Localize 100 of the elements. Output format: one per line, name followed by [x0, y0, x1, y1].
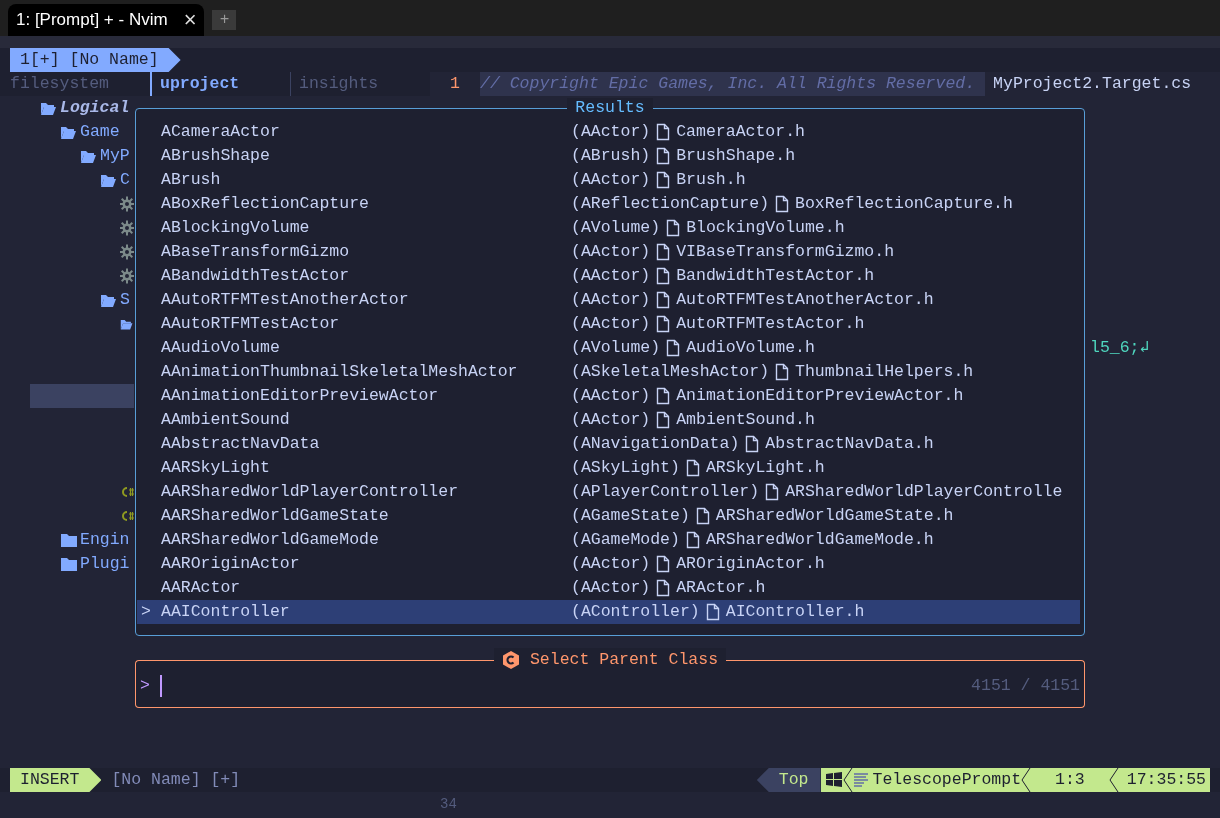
- class-name: AAnimationThumbnailSkeletalMeshActor: [161, 361, 519, 383]
- parent-class: (AReflectionCapture): [571, 193, 770, 215]
- file-icon: [656, 147, 671, 165]
- header-file: BrushShape.h: [676, 145, 796, 167]
- tree-item-label[interactable]: Plugi: [80, 552, 130, 576]
- result-row[interactable]: AARSharedWorldGameMode (AGameMode) ARSharedWorldGameMode.h: [137, 528, 1080, 552]
- chevron-separator-icon: [842, 768, 853, 792]
- parent-class: (ABrush): [571, 145, 651, 167]
- selected-row-highlight[interactable]: [30, 384, 134, 408]
- file-name: [No Name] [+]: [111, 769, 241, 791]
- line-number: 1: [449, 73, 461, 95]
- parent-class: (AActor): [571, 577, 651, 599]
- class-name: AAIController: [161, 601, 291, 623]
- result-row[interactable]: AARSharedWorldPlayerController (APlayerController) ARSharedWorldPlayerControlle: [137, 480, 1080, 504]
- class-name: AAROriginActor: [161, 553, 301, 575]
- window-tab[interactable]: 1: [Prompt] + - Nvim ×: [8, 4, 205, 36]
- class-name: ABoxReflectionCapture: [161, 193, 370, 215]
- file-icon: [695, 507, 710, 525]
- header-file: ThumbnailHelpers.h: [795, 361, 974, 383]
- result-row[interactable]: ABlockingVolume (AVolume) BlockingVolume.h: [137, 216, 1080, 240]
- file-icon: [765, 483, 780, 501]
- result-row[interactable]: AARSkyLight (ASkyLight) ARSkyLight.h: [137, 456, 1080, 480]
- header-file: AnimationEditorPreviewActor.h: [676, 385, 964, 407]
- header-file: BlockingVolume.h: [686, 217, 845, 239]
- parent-class: (ASkeletalMeshActor): [571, 361, 770, 383]
- tree-item-label[interactable]: Engin: [80, 528, 130, 552]
- parent-class: (AVolume): [571, 217, 661, 239]
- header-file: Brush.h: [676, 169, 746, 191]
- file-icon: [775, 363, 790, 381]
- close-button[interactable]: ×: [183, 9, 197, 31]
- header-file: BoxReflectionCapture.h: [795, 193, 1013, 215]
- parent-class: (AController): [571, 601, 700, 623]
- class-name: ACameraActor: [161, 121, 281, 143]
- result-row[interactable]: AAutoRTFMTestActor (AActor) AutoRTFMTestActor.h: [137, 312, 1080, 336]
- result-row[interactable]: > AAIController (AController) AIController.h: [137, 600, 1080, 624]
- result-row[interactable]: AAmbientSound (AActor) AmbientSound.h: [137, 408, 1080, 432]
- header-file: AmbientSound.h: [676, 409, 815, 431]
- file-icon: [775, 195, 790, 213]
- file-icon: [705, 603, 720, 621]
- file-icon: [656, 123, 671, 141]
- file-icon: [656, 267, 671, 285]
- buffer-tab[interactable]: 1[+] [No Name]: [10, 48, 181, 72]
- header-file: AIController.h: [725, 601, 865, 623]
- result-row[interactable]: ABoxReflectionCapture (AReflectionCapture) BoxReflectionCapture.h: [137, 192, 1080, 216]
- parent-class: (AActor): [571, 553, 651, 575]
- result-row[interactable]: AAnimationEditorPreviewActor (AActor) AnimationEditorPreviewActor.h: [137, 384, 1080, 408]
- mode-indicator: INSERT: [10, 768, 102, 792]
- parent-class: (APlayerController): [571, 481, 760, 503]
- result-row[interactable]: ABrush (AActor) Brush.h: [137, 168, 1080, 192]
- file-icon: [656, 411, 671, 429]
- class-name: AARSharedWorldPlayerController: [161, 481, 460, 503]
- tree-item-label[interactable]: Logical: [60, 96, 130, 120]
- cursor-position: 1:3: [1054, 769, 1086, 791]
- result-row[interactable]: ACameraActor (AActor) CameraActor.h: [137, 120, 1080, 144]
- lines-icon: [852, 771, 869, 789]
- new-tab-button[interactable]: +: [212, 10, 237, 30]
- file-icon: [685, 531, 700, 549]
- header-file: AudioVolume.h: [686, 337, 815, 359]
- result-row[interactable]: AARSharedWorldGameState (AGameState) ARSharedWorldGameState.h: [137, 504, 1080, 528]
- tree-item-label[interactable]: C: [120, 168, 130, 192]
- header-file: ARSkyLight.h: [705, 457, 825, 479]
- result-count: 4151 / 4151: [971, 674, 1080, 697]
- parent-class: (AActor): [571, 313, 651, 335]
- result-row[interactable]: ABrushShape (ABrush) BrushShape.h: [137, 144, 1080, 168]
- class-name: AAbstractNavData: [161, 433, 321, 455]
- parent-class: (AActor): [571, 409, 651, 431]
- file-icon: [666, 219, 681, 237]
- result-row[interactable]: AAutoRTFMTestAnotherActor (AActor) AutoRTFMTestAnotherActor.h: [137, 288, 1080, 312]
- header-file: ARSharedWorldGameMode.h: [705, 529, 934, 551]
- selection-marker: >: [141, 601, 152, 623]
- result-row[interactable]: ABaseTransformGizmo (AActor) VIBaseTransformGizmo.h: [137, 240, 1080, 264]
- tree-item-label[interactable]: S: [120, 288, 130, 312]
- result-row[interactable]: AARActor (AActor) ARActor.h: [137, 576, 1080, 600]
- prompt-symbol: >: [140, 674, 150, 697]
- explorer-tab[interactable]: uproject: [150, 72, 290, 96]
- class-name: ABaseTransformGizmo: [161, 241, 351, 263]
- header-file: ARSharedWorldGameState.h: [715, 505, 954, 527]
- class-name: AARActor: [161, 577, 242, 599]
- result-row[interactable]: ABandwidthTestActor (AActor) BandwidthTestActor.h: [137, 264, 1080, 288]
- tree-item-label[interactable]: MyP: [100, 144, 130, 168]
- parent-class: (ANavigationData): [571, 433, 740, 455]
- chevron-separator-icon: [1021, 768, 1032, 792]
- result-row[interactable]: AAudioVolume (AVolume) AudioVolume.h: [137, 336, 1080, 360]
- tree-item-label[interactable]: Game: [80, 120, 120, 144]
- header-file: AutoRTFMTestAnotherActor.h: [676, 289, 934, 311]
- result-row[interactable]: AAROriginActor (AActor) AROriginActor.h: [137, 552, 1080, 576]
- header-file: VIBaseTransformGizmo.h: [676, 241, 895, 263]
- chevron-separator-icon: [1108, 768, 1119, 792]
- parent-class: (ASkyLight): [571, 457, 680, 479]
- class-name: AAudioVolume: [161, 337, 281, 359]
- parent-class: (AActor): [571, 289, 651, 311]
- panel-title: Select Parent Class: [529, 649, 719, 671]
- header-file: ARActor.h: [676, 577, 766, 599]
- file-icon: [685, 459, 700, 477]
- result-row[interactable]: AAbstractNavData (ANavigationData) AbstractNavData.h: [137, 432, 1080, 456]
- tab-title: 1: [Prompt] + - Nvim: [16, 9, 168, 31]
- parent-class: (AActor): [571, 121, 651, 143]
- header-file: CameraActor.h: [676, 121, 805, 143]
- file-icon: [656, 579, 671, 597]
- result-row[interactable]: AAnimationThumbnailSkeletalMeshActor (ASkeletalMeshActor) ThumbnailHelpers.h: [137, 360, 1080, 384]
